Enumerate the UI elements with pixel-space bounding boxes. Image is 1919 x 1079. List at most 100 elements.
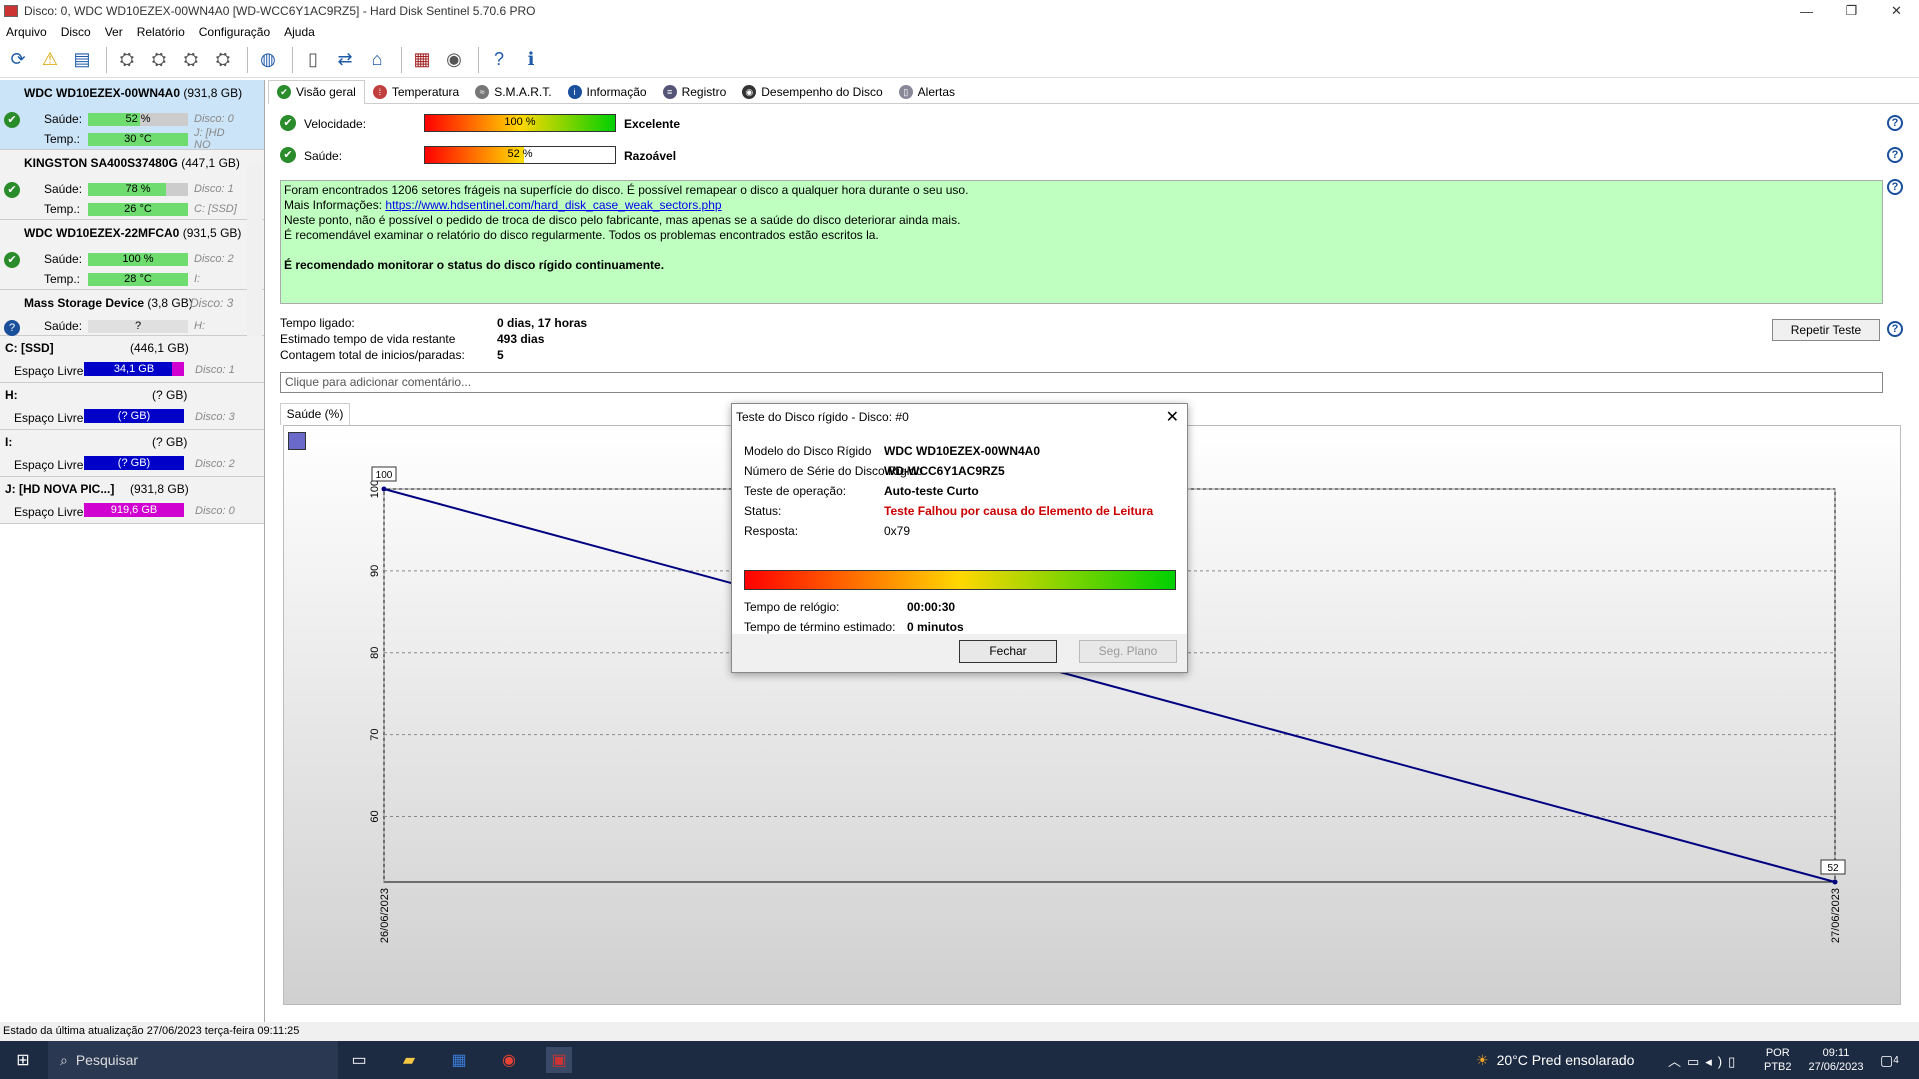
help-icon[interactable]: ? bbox=[485, 46, 513, 74]
clock[interactable]: 09:11 27/06/2023 bbox=[1806, 1041, 1866, 1079]
calculator-icon[interactable]: ▦ bbox=[446, 1047, 472, 1073]
language-indicator[interactable]: POR PTB2 bbox=[1764, 1041, 1792, 1079]
health-value: ? bbox=[134, 319, 142, 332]
app-icon bbox=[4, 5, 18, 17]
tab-temperatura[interactable]: ⁞ Temperatura bbox=[365, 80, 467, 104]
taskbar-search[interactable]: ⌕ Pesquisar bbox=[48, 1041, 338, 1079]
response-label: Resposta: bbox=[744, 524, 799, 538]
check-icon: ✔ bbox=[280, 115, 296, 131]
free-space-bar: 919,6 GB bbox=[84, 503, 184, 517]
menu-arquivo[interactable]: Arquivo bbox=[0, 25, 55, 39]
info-link[interactable]: https://www.hdsentinel.com/hard_disk_cas… bbox=[385, 198, 721, 212]
volume-item-h[interactable]: H: (? GB) Espaço Livre (? GB) Disco: 3 bbox=[0, 383, 264, 430]
hd-sentinel-taskbar-icon[interactable]: ▣ bbox=[546, 1047, 572, 1073]
free-label: Espaço Livre bbox=[14, 364, 84, 378]
tab-alertas[interactable]: ▯ Alertas bbox=[891, 80, 963, 104]
task-view-icon[interactable]: ▭ bbox=[346, 1047, 372, 1073]
info-icon[interactable]: ℹ bbox=[517, 46, 545, 74]
menu-ver[interactable]: Ver bbox=[99, 25, 131, 39]
disk-item-0[interactable]: WDC WD10EZEX-00WN4A0 (931,8 GB) ✔ Saúde:… bbox=[0, 80, 264, 151]
help-icon[interactable]: ? bbox=[1887, 115, 1903, 131]
tray-icons[interactable]: ︿▭◂)▯ bbox=[1668, 1041, 1741, 1079]
save-icon[interactable] bbox=[288, 432, 306, 450]
disk-size: (931,8 GB) bbox=[183, 86, 243, 100]
sync-icon[interactable]: ⇄ bbox=[331, 46, 359, 74]
minimize-button[interactable]: — bbox=[1784, 0, 1829, 22]
speaker-icon[interactable]: ◉ bbox=[440, 46, 468, 74]
status-label: Status: bbox=[744, 504, 782, 518]
dialog-close-icon[interactable]: ✕ bbox=[1166, 407, 1179, 427]
menu-configuracao[interactable]: Configuração bbox=[193, 25, 278, 39]
temp-value: 28 °C bbox=[124, 272, 152, 285]
chart-tab-health[interactable]: Saúde (%) bbox=[280, 403, 350, 425]
tab-smart[interactable]: ≈ S.M.A.R.T. bbox=[467, 80, 559, 104]
disk-size: (3,8 GB) bbox=[147, 296, 193, 310]
tab-visao-geral[interactable]: ✔ Visão geral bbox=[268, 79, 365, 104]
response-value: 0x79 bbox=[884, 524, 911, 538]
search-icon: ⌕ bbox=[60, 1051, 68, 1068]
file-explorer-icon[interactable]: ▰ bbox=[396, 1047, 422, 1073]
repeat-test-button[interactable]: Repetir Teste bbox=[1772, 319, 1880, 341]
close-window-button[interactable]: ✕ bbox=[1874, 0, 1919, 22]
windows-start-icon[interactable]: ⊞ bbox=[0, 1041, 46, 1079]
menu-disco[interactable]: Disco bbox=[55, 25, 99, 39]
taskbar: ⊞ ⌕ Pesquisar ▭ ▰ ▦ ◉ ▣ ☀ 20°C Pred ensola… bbox=[0, 1041, 1919, 1079]
eta-label: Tempo de término estimado: bbox=[744, 620, 896, 634]
maximize-button[interactable]: ❐ bbox=[1829, 0, 1874, 22]
network-icon[interactable]: ⌂ bbox=[363, 46, 391, 74]
help-icon[interactable]: ? bbox=[1887, 321, 1903, 337]
free-label: Espaço Livre bbox=[14, 411, 84, 425]
refresh-icon[interactable]: ⟳ bbox=[4, 46, 32, 74]
speed-label: Velocidade: bbox=[304, 117, 367, 131]
disk-test3-icon[interactable]: ⛭ bbox=[177, 46, 205, 74]
health-label: Saúde: bbox=[304, 149, 343, 163]
tab-informacao[interactable]: i Informação bbox=[560, 80, 655, 104]
drive-letter: H: bbox=[194, 320, 205, 332]
check-icon: ✔ bbox=[277, 85, 291, 99]
disk-test-icon[interactable]: ⛭ bbox=[113, 46, 141, 74]
disk-item-1[interactable]: KINGSTON SA400S37480G (447,1 GB) ✔ Saúde… bbox=[0, 150, 264, 220]
disk-item-3[interactable]: Mass Storage Device (3,8 GB) Disco: 3 ? … bbox=[0, 290, 264, 336]
free-space-bar: (? GB) bbox=[84, 409, 184, 423]
chart-icon[interactable]: ▦ bbox=[408, 46, 436, 74]
thermometer-icon: ⁞ bbox=[372, 84, 387, 99]
temp-label: Temp.: bbox=[44, 202, 81, 216]
info-recommend: É recomendado monitorar o status do disc… bbox=[284, 258, 665, 272]
check-icon: ✔ bbox=[280, 147, 296, 163]
temp-label: Temp.: bbox=[44, 132, 81, 146]
menu-relatorio[interactable]: Relatório bbox=[131, 25, 193, 39]
alert-icon[interactable]: ⚠ bbox=[36, 46, 64, 74]
disk-item-2[interactable]: WDC WD10EZEX-22MFCA0 (931,5 GB) ✔ Saúde:… bbox=[0, 220, 264, 290]
volume-item-j[interactable]: J: [HD NOVA PIC...] (931,8 GB) Espaço Li… bbox=[0, 477, 264, 524]
clock-label: Tempo de relógio: bbox=[744, 600, 840, 614]
volume-item-i[interactable]: I: (? GB) Espaço Livre (? GB) Disco: 2 bbox=[0, 430, 264, 477]
speed-bar: 100 % bbox=[424, 114, 616, 132]
globe-icon[interactable]: ◍ bbox=[254, 46, 282, 74]
log-icon: ≡ bbox=[662, 84, 677, 99]
disk-ref: Disco: 2 bbox=[195, 458, 235, 470]
volume-name: J: [HD NOVA PIC...] bbox=[5, 482, 115, 496]
help-icon[interactable]: ? bbox=[1887, 179, 1903, 195]
help-icon[interactable]: ? bbox=[1887, 147, 1903, 163]
disk-test4-icon[interactable]: ⛭ bbox=[209, 46, 237, 74]
volume-item-c[interactable]: C: [SSD] (446,1 GB) Espaço Livre 34,1 GB… bbox=[0, 336, 264, 383]
health-bar: 52 % bbox=[424, 146, 616, 164]
temp-value: 26 °C bbox=[124, 202, 152, 215]
document-icon[interactable]: ▯ bbox=[299, 46, 327, 74]
tab-desempenho[interactable]: ◉ Desempenho do Disco bbox=[734, 80, 890, 104]
chrome-icon[interactable]: ◉ bbox=[496, 1047, 522, 1073]
close-button[interactable]: Fechar bbox=[959, 640, 1057, 663]
y-tick-label: 60 bbox=[369, 810, 381, 822]
weather-widget[interactable]: ☀ 20°C Pred ensolarado bbox=[1476, 1041, 1634, 1079]
background-button[interactable]: Seg. Plano bbox=[1079, 640, 1177, 663]
health-info-box: Foram encontrados 1206 setores frágeis n… bbox=[280, 180, 1883, 304]
menu-ajuda[interactable]: Ajuda bbox=[278, 25, 323, 39]
alert-doc-icon: ▯ bbox=[898, 84, 913, 99]
disk-ref: Disco: 3 bbox=[190, 296, 234, 310]
report-icon[interactable]: ▤ bbox=[68, 46, 96, 74]
disk-test2-icon[interactable]: ⛭ bbox=[145, 46, 173, 74]
comment-input[interactable]: Clique para adicionar comentário... bbox=[280, 372, 1883, 393]
disk-ref: Disco: 1 bbox=[194, 183, 234, 195]
notification-icon[interactable]: ▢ 4 bbox=[1880, 1041, 1899, 1079]
tab-registro[interactable]: ≡ Registro bbox=[655, 80, 735, 104]
